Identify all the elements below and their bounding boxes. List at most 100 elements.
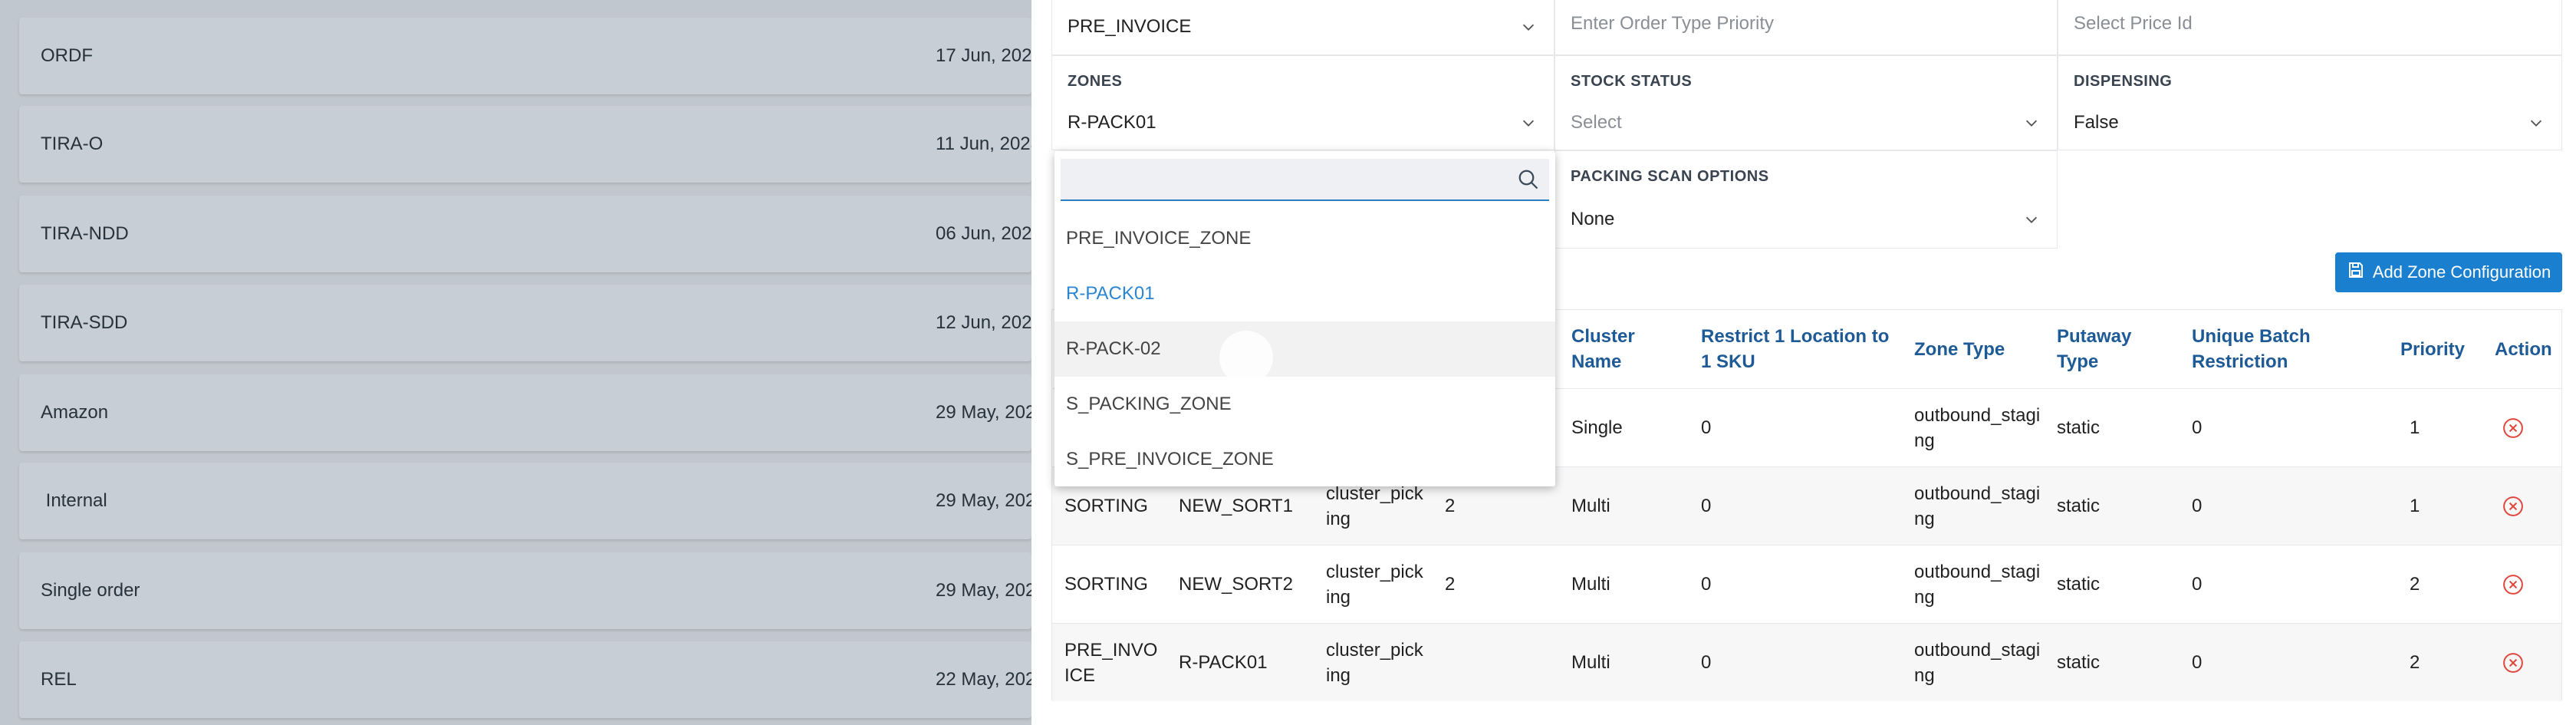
dispensing-value: False [2074,112,2119,133]
order-type-priority-input[interactable]: Enter Order Type Priority [1554,0,2058,55]
cell-priority: 1 [2410,417,2420,438]
list-item[interactable]: ORDF 17 Jun, 2023 [19,18,1031,94]
zone-option[interactable]: S_PACKING_ZONE [1054,377,1555,432]
dispensing-label: DISPENSING [2074,73,2173,90]
cell-restrict: 0 [1701,496,1712,516]
remove-row-button[interactable] [2502,545,2548,623]
cell-putaway-type: static [2057,417,2101,438]
zone-option-hovered[interactable]: R-PACK-02 [1054,321,1555,384]
cell-unique-batch: 0 [2192,496,2203,516]
list-item[interactable]: REL 22 May, 2023 [19,641,1031,718]
cell-putaway-type: static [2057,574,2101,595]
save-icon [2347,261,2365,284]
cell-cluster-name: Multi [1571,652,1610,673]
header-cluster-name: Cluster Name [1571,326,1635,372]
packing-scan-label: PACKING SCAN OPTIONS [1571,168,1769,185]
header-unique-batch: Unique Batch Restriction [2192,326,2311,372]
chevron-down-icon [2023,211,2040,228]
list-item[interactable]: Internal 29 May, 2023 [19,463,1031,539]
zone-option-label: R-PACK-02 [1066,338,1161,359]
stock-status-label: STOCK STATUS [1571,73,1693,90]
list-item[interactable]: TIRA-O 11 Jun, 2023 [19,106,1031,183]
cell-priority: 1 [2410,496,2420,516]
chevron-down-icon [1520,18,1537,35]
cell-zone-name: NEW_SORT2 [1179,574,1293,595]
list-item-date: 22 May, 2023 [936,669,1031,690]
remove-row-button[interactable] [2502,624,2548,701]
remove-circle-icon [2503,574,2523,595]
cell-zone-name: R-PACK01 [1179,652,1268,673]
header-putaway-type: Putaway Type [2057,326,2132,372]
cell-priority: 2 [2410,652,2420,673]
list-item-date: 06 Jun, 2023 [936,223,1031,244]
chevron-down-icon [1520,114,1537,131]
remove-circle-icon [2503,652,2523,673]
cell-unique-batch: 0 [2192,652,2203,673]
cell-pick-type: cluster_picking [1326,639,1423,686]
order-type-value: PRE_INVOICE [1068,16,1192,37]
add-zone-configuration-button[interactable]: Add Zone Configuration [2335,252,2562,292]
header-priority: Priority [2400,338,2466,360]
list-item[interactable]: Single order 29 May, 2023 [19,552,1031,629]
cell-restrict: 0 [1701,652,1712,673]
list-item[interactable]: TIRA-NDD 06 Jun, 2023 [19,196,1031,272]
cell-count [1445,624,1491,701]
list-item-date: 29 May, 2023 [936,580,1031,601]
list-item-name: ORDF [41,45,93,66]
list-item-name: Internal [41,490,107,511]
list-item-name: REL [41,669,77,690]
priority-placeholder: Enter Order Type Priority [1571,13,1774,34]
cell-zone-type: outbound_staging [1914,561,2041,608]
cell-zone-type: outbound_staging [1914,483,2041,529]
list-item-name: TIRA-SDD [41,312,128,333]
cell-putaway-type: static [2057,496,2101,516]
search-icon[interactable] [1517,168,1540,191]
price-id-select[interactable]: Select Price Id [2058,0,2562,55]
remove-circle-icon [2503,417,2523,438]
packing-scan-value: None [1571,209,1615,229]
chevron-down-icon [2528,114,2545,131]
cell-restrict: 0 [1701,417,1712,438]
remove-circle-icon [2503,496,2523,516]
list-item[interactable]: Amazon 29 May, 2023 [19,374,1031,451]
zone-option[interactable]: S_PRE_INVOICE_ZONE [1054,432,1555,487]
cell-priority: 2 [2410,574,2420,595]
cell-cluster-name: Multi [1571,496,1610,516]
list-item-date: 29 May, 2023 [936,490,1031,511]
list-item[interactable]: TIRA-SDD 12 Jun, 2023 [19,285,1031,361]
zones-dropdown-menu: PRE_INVOICE_ZONE R-PACK01 R-PACK-02 S_PA… [1054,151,1555,486]
list-item-date: 12 Jun, 2023 [936,312,1031,333]
dispensing-select[interactable]: DISPENSING False [2058,55,2562,150]
table-row: PRE_INVOICE R-PACK01 cluster_picking Mul… [1052,623,2561,701]
cell-zone-type: outbound_staging [1914,404,2041,451]
list-item-name: TIRA-NDD [41,223,129,244]
table-row: SORTING NEW_SORT2 cluster_picking 2 Mult… [1052,545,2561,623]
zones-select[interactable]: ZONES R-PACK01 [1051,55,1554,150]
list-item-date: 17 Jun, 2023 [936,45,1031,66]
list-item-date: 11 Jun, 2023 [936,133,1031,154]
zones-search-input[interactable] [1061,159,1549,201]
order-type-select[interactable]: PRE_INVOICE [1051,0,1554,55]
cell-zone-type: outbound_staging [1914,639,2041,686]
cell-cluster-name: Multi [1571,574,1610,595]
chevron-down-icon [2023,114,2040,131]
remove-row-button[interactable] [2502,467,2548,545]
zone-option[interactable]: PRE_INVOICE_ZONE [1054,211,1555,266]
order-type-list: ORDF 17 Jun, 2023 TIRA-O 11 Jun, 2023 TI… [0,0,1031,725]
zones-label: ZONES [1068,73,1123,90]
zones-value: R-PACK01 [1068,112,1156,133]
packing-scan-options-select[interactable]: PACKING SCAN OPTIONS None [1554,150,2058,249]
header-zone-type: Zone Type [1914,338,2005,360]
list-item-date: 29 May, 2023 [936,402,1031,423]
cell-unique-batch: 0 [2192,417,2203,438]
cell-zone: PRE_INVOICE [1064,639,1158,686]
header-action: Action [2495,338,2552,360]
remove-row-button[interactable] [2502,389,2548,466]
stock-status-select[interactable]: STOCK STATUS Select [1554,55,2058,150]
list-item-name: TIRA-O [41,133,104,154]
stock-status-placeholder: Select [1571,112,1622,133]
cell-zone: SORTING [1064,574,1148,595]
cell-restrict: 0 [1701,574,1712,595]
zone-option-selected[interactable]: R-PACK01 [1054,266,1555,321]
cell-cluster-name: Single [1571,417,1623,438]
